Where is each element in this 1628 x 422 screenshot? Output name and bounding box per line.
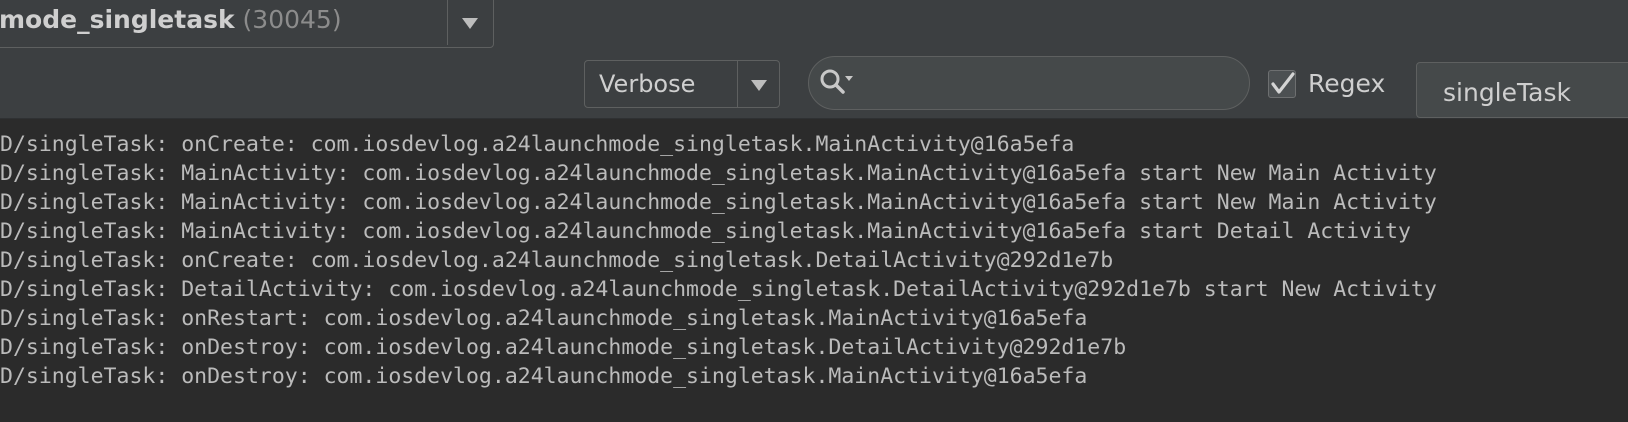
search-input[interactable] (865, 65, 1239, 103)
chevron-down-icon (750, 80, 767, 91)
log-line: D/singleTask: onDestroy: com.iosdevlog.a… (0, 335, 1127, 360)
log-line: D/singleTask: DetailActivity: com.iosdev… (0, 277, 1437, 302)
log-line: D/singleTask: MainActivity: com.iosdevlo… (0, 161, 1437, 186)
regex-label[interactable]: Regex (1308, 64, 1385, 104)
search-field[interactable] (808, 56, 1250, 110)
log-level-dropdown-button[interactable] (738, 61, 779, 107)
checkmark-icon (1271, 72, 1295, 94)
log-line: D/singleTask: onDestroy: com.iosdevlog.a… (0, 364, 1088, 389)
process-dropdown-button[interactable] (448, 0, 492, 45)
log-level-value: Verbose (599, 70, 696, 98)
regex-checkbox[interactable] (1268, 70, 1296, 98)
log-line: D/singleTask: MainActivity: com.iosdevlo… (0, 190, 1437, 215)
chevron-down-icon (462, 18, 478, 29)
logcat-toolbar: mode_singletask (30045) Verbose Regex (0, 0, 1628, 119)
search-icon[interactable] (819, 68, 859, 98)
process-label: mode_singletask (30045) (0, 0, 342, 43)
filter-input[interactable] (1441, 73, 1628, 111)
process-selector[interactable]: mode_singletask (30045) (0, 0, 494, 48)
process-name: mode_singletask (0, 5, 235, 34)
log-line: D/singleTask: onCreate: com.iosdevlog.a2… (0, 132, 1075, 157)
log-line: D/singleTask: onCreate: com.iosdevlog.a2… (0, 248, 1114, 273)
logcat-output[interactable]: D/singleTask: onCreate: com.iosdevlog.a2… (0, 120, 1628, 422)
process-pid: (30045) (242, 5, 342, 34)
filter-field[interactable] (1416, 62, 1628, 118)
log-level-selector[interactable]: Verbose (584, 60, 780, 108)
log-line: D/singleTask: onRestart: com.iosdevlog.a… (0, 306, 1088, 331)
log-line: D/singleTask: MainActivity: com.iosdevlo… (0, 219, 1411, 244)
